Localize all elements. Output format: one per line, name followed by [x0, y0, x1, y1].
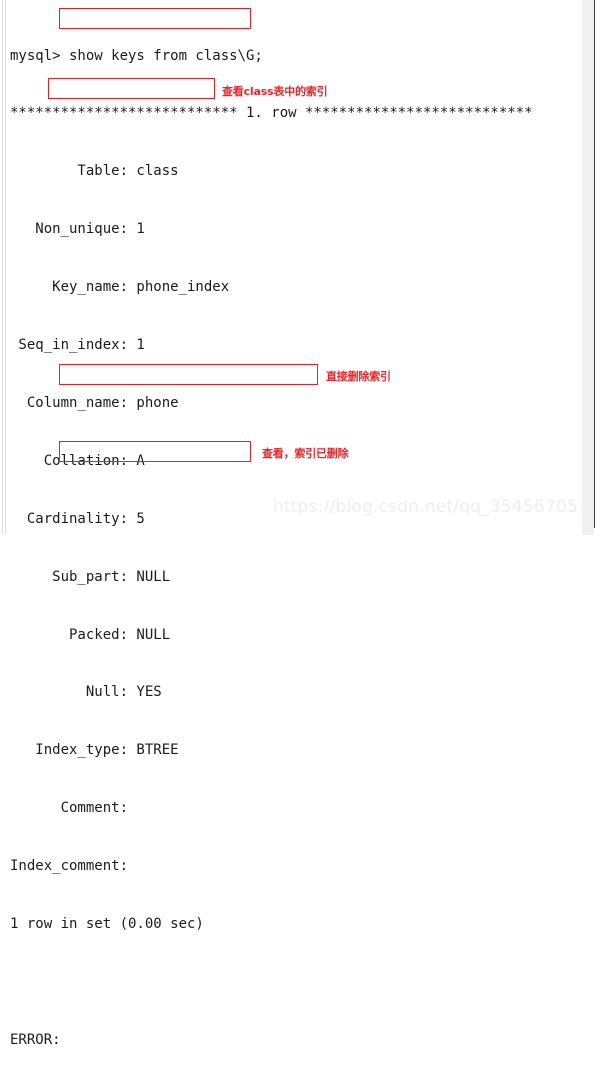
console-line-comment: Comment:	[10, 800, 137, 817]
console-line-column-name: Column_name: phone	[10, 394, 179, 411]
console-line-packed: Packed: NULL	[10, 626, 171, 643]
annotation-index-deleted: 查看，索引已删除	[262, 447, 349, 460]
console-line-error-1: ERROR:	[10, 1031, 70, 1048]
console-line-sub-part: Sub_part: NULL	[10, 568, 171, 585]
console-line-index-type: Index_type: BTREE	[10, 742, 179, 759]
console-line-row-count: 1 row in set (0.00 sec)	[10, 915, 204, 932]
annotation-view-class-indexes: 查看class表中的索引	[222, 85, 328, 98]
console-line-row-separator: *************************** 1. row *****…	[10, 105, 533, 122]
console-line-blank-1	[10, 973, 580, 992]
console-line-table: Table: class	[10, 163, 179, 180]
terminal-window: mysql> show keys from class\G; *********…	[0, 0, 602, 1048]
window-right-border	[594, 0, 595, 528]
window-left-inner-rule	[5, 0, 6, 535]
console-line-seq-in-index: Seq_in_index: 1	[10, 337, 145, 354]
window-left-edge-rule	[2, 0, 3, 535]
console-line-index-comment: Index_comment:	[10, 858, 137, 875]
console-line-non-unique: Non_unique: 1	[10, 221, 145, 238]
console-output[interactable]: mysql> show keys from class\G; *********…	[10, 8, 580, 1070]
console-line-prompt-show-keys-1: mysql> show keys from class\G;	[10, 47, 263, 64]
watermark: https://blog.csdn.net/qq_35456705	[272, 497, 578, 517]
window-right-gutter	[582, 0, 594, 535]
console-line-null: Null: YES	[10, 684, 162, 701]
annotation-drop-index-directly: 直接删除索引	[326, 370, 391, 383]
console-line-key-name: Key_name: phone_index	[10, 279, 230, 296]
